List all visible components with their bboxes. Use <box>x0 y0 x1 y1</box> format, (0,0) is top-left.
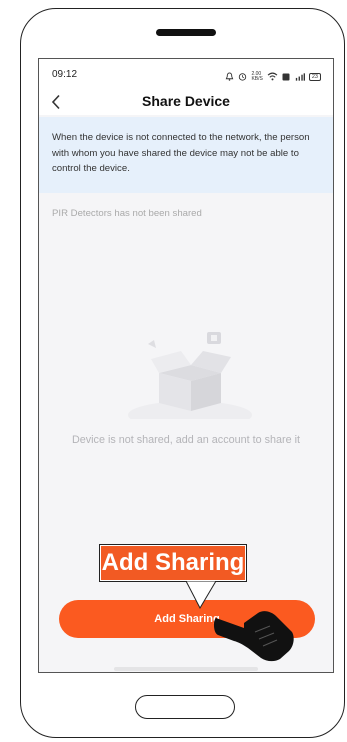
status-icons: 2.00 KB/S 23 <box>225 68 321 86</box>
top-nav: Share Device <box>39 89 333 115</box>
home-indicator <box>114 667 258 671</box>
status-time: 09:12 <box>52 69 78 80</box>
network-notice: When the device is not connected to the … <box>39 117 333 193</box>
status-bar: 09:12 2.00 KB/S 23 <box>39 59 333 89</box>
pointing-hand-icon <box>214 611 294 662</box>
clock-icon <box>238 68 247 86</box>
empty-state-text: Device is not shared, add an account to … <box>71 434 301 446</box>
sim-icon <box>282 68 290 86</box>
home-button[interactable] <box>135 695 235 719</box>
alarm-icon <box>225 68 234 86</box>
signal-icon <box>294 68 305 86</box>
empty-box-icon <box>125 327 255 429</box>
phone-speaker <box>156 29 216 36</box>
battery-icon: 23 <box>308 73 321 81</box>
share-status-text: PIR Detectors has not been shared <box>52 208 202 219</box>
callout-label: Add Sharing <box>99 544 247 582</box>
page-title: Share Device <box>142 93 230 109</box>
wifi-icon <box>267 68 278 86</box>
network-speed: 2.00 KB/S <box>251 71 263 82</box>
